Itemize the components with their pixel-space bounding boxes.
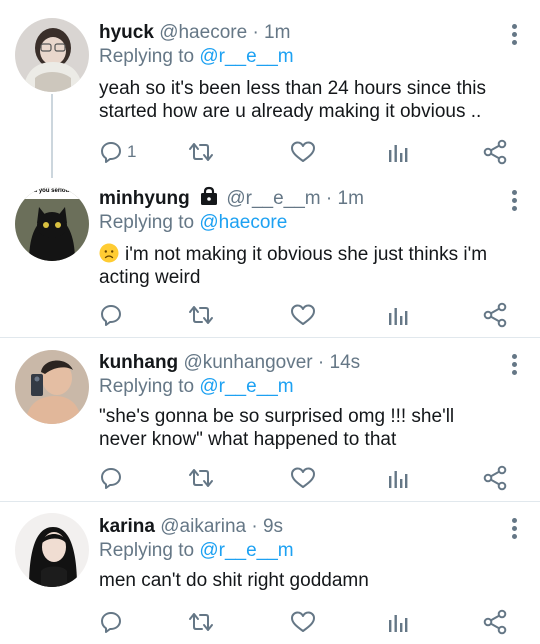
retweet-icon: [189, 306, 213, 324]
lock-icon: [201, 186, 218, 205]
analytics-button[interactable]: [387, 464, 409, 492]
display-name[interactable]: karina: [99, 516, 155, 537]
tweet-content: kunhang @kunhangover · 14s Replying to @…: [99, 351, 506, 451]
replying-to-label: Replying to: [99, 212, 195, 233]
reply-count: 1: [127, 142, 137, 161]
user-handle[interactable]: @r__e__m: [226, 188, 320, 209]
retweet-button[interactable]: [187, 608, 215, 636]
reply-icon: [101, 142, 121, 163]
tweet-hyuck[interactable]: hyuck @haecore · 1m Replying to @r__e__m…: [0, 0, 540, 178]
timestamp[interactable]: · 1m: [326, 188, 364, 209]
replying-to-handle[interactable]: @r__e__m: [199, 376, 293, 397]
more-options-icon[interactable]: [512, 190, 518, 214]
replying-to-label: Replying to: [99, 540, 195, 561]
tweet-minhyung[interactable]: u you serious minhyung @r__e__m · 1m Rep…: [0, 176, 540, 338]
display-name[interactable]: minhyung: [99, 188, 190, 209]
tweet-actions: 1: [99, 138, 510, 166]
timestamp[interactable]: · 1m: [252, 22, 290, 43]
tweet-actions: [99, 608, 510, 636]
avatar-kunhang[interactable]: [15, 350, 89, 424]
avatar-hyuck[interactable]: [15, 18, 89, 92]
replying-to: Replying to @haecore: [99, 211, 506, 235]
thread-line: [51, 94, 53, 178]
analytics-icon: [389, 145, 408, 162]
retweet-icon: [189, 143, 213, 161]
analytics-icon: [389, 308, 408, 325]
share-icon: [483, 465, 507, 491]
share-icon: [483, 609, 507, 635]
more-options-icon[interactable]: [512, 24, 518, 48]
replying-to-handle[interactable]: @haecore: [199, 212, 287, 233]
avatar-caption: u you serious: [33, 188, 73, 194]
more-options-icon[interactable]: [512, 354, 518, 378]
retweet-icon: [189, 613, 213, 631]
reply-button[interactable]: [99, 464, 127, 492]
reply-icon: [101, 305, 121, 326]
heart-icon: [291, 304, 315, 325]
timestamp[interactable]: · 14s: [318, 352, 360, 373]
user-handle[interactable]: @haecore: [159, 22, 247, 43]
replying-to: Replying to @r__e__m: [99, 375, 506, 399]
heart-icon: [291, 611, 315, 632]
tweet-header: kunhang @kunhangover · 14s: [99, 351, 506, 375]
replying-to-handle[interactable]: @r__e__m: [199, 540, 293, 561]
heart-icon: [291, 141, 315, 162]
replying-to-label: Replying to: [99, 46, 195, 67]
replying-to: Replying to @r__e__m: [99, 45, 506, 69]
tweet-text: yeah so it's been less than 24 hours sin…: [99, 78, 487, 122]
analytics-button[interactable]: [387, 301, 409, 329]
analytics-icon: [389, 471, 408, 488]
reply-feed: hyuck @haecore · 1m Replying to @r__e__m…: [0, 0, 540, 644]
like-button[interactable]: [290, 301, 316, 329]
replying-to-handle[interactable]: @r__e__m: [199, 46, 293, 67]
tweet-actions: [99, 301, 510, 329]
like-button[interactable]: [290, 608, 316, 636]
share-icon: [483, 139, 507, 165]
tweet-text: i'm not making it obvious she just think…: [99, 244, 488, 288]
tweet-kunhang[interactable]: kunhang @kunhangover · 14s Replying to @…: [0, 338, 540, 502]
replying-to: Replying to @r__e__m: [99, 539, 506, 563]
user-handle[interactable]: @aikarina: [160, 516, 246, 537]
tweet-content: minhyung @r__e__m · 1m Replying to @haec…: [99, 186, 506, 289]
share-button[interactable]: [482, 301, 508, 329]
analytics-button[interactable]: [387, 138, 409, 166]
tweet-text: men can't do shit right goddamn: [99, 570, 369, 591]
tweet-header: minhyung @r__e__m · 1m: [99, 186, 506, 211]
analytics-button[interactable]: [387, 608, 409, 636]
timestamp[interactable]: · 9s: [251, 516, 283, 537]
worried-face-icon: [99, 243, 119, 263]
retweet-button[interactable]: [187, 464, 215, 492]
share-button[interactable]: [482, 464, 508, 492]
user-handle[interactable]: @kunhangover: [183, 352, 312, 373]
display-name[interactable]: hyuck: [99, 22, 154, 43]
reply-button[interactable]: [99, 608, 127, 636]
reply-button[interactable]: [99, 301, 127, 329]
reply-icon: [101, 612, 121, 633]
tweet-karina[interactable]: karina @aikarina · 9s Replying to @r__e_…: [0, 502, 540, 644]
heart-icon: [291, 467, 315, 488]
avatar-karina[interactable]: [15, 513, 89, 587]
share-button[interactable]: [482, 608, 508, 636]
tweet-actions: [99, 464, 510, 492]
retweet-button[interactable]: [187, 301, 215, 329]
reply-icon: [101, 468, 121, 489]
display-name[interactable]: kunhang: [99, 352, 178, 373]
tweet-header: hyuck @haecore · 1m: [99, 21, 506, 45]
tweet-content: hyuck @haecore · 1m Replying to @r__e__m…: [99, 21, 506, 123]
share-button[interactable]: [482, 138, 508, 166]
reply-button[interactable]: 1: [99, 138, 136, 166]
tweet-text: "she's gonna be so surprised omg !!! she…: [99, 406, 455, 450]
retweet-button[interactable]: [187, 138, 215, 166]
replying-to-label: Replying to: [99, 376, 195, 397]
retweet-icon: [189, 469, 213, 487]
tweet-text-block: i'm not making it obvious she just think…: [99, 243, 506, 289]
tweet-header: karina @aikarina · 9s: [99, 515, 506, 539]
analytics-icon: [389, 615, 408, 632]
tweet-content: karina @aikarina · 9s Replying to @r__e_…: [99, 515, 506, 592]
avatar-minhyung[interactable]: u you serious: [15, 187, 89, 261]
like-button[interactable]: [290, 464, 316, 492]
share-icon: [483, 302, 507, 328]
like-button[interactable]: [290, 138, 316, 166]
more-options-icon[interactable]: [512, 518, 518, 542]
